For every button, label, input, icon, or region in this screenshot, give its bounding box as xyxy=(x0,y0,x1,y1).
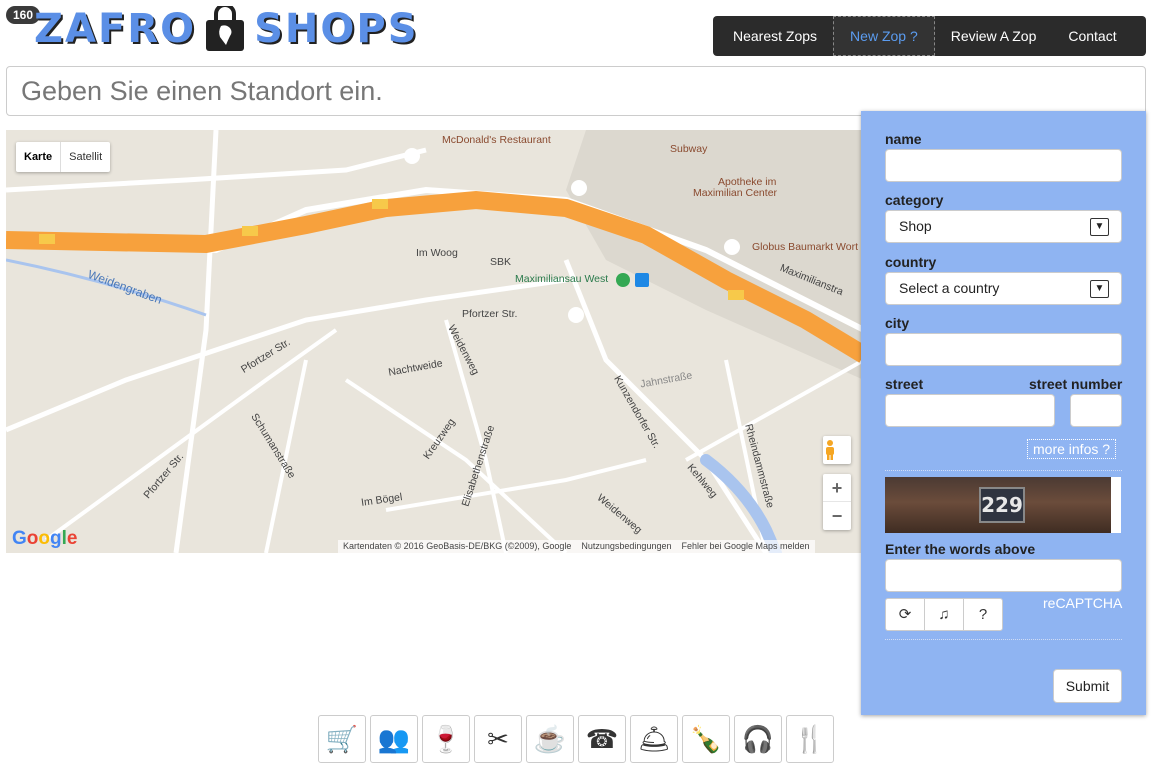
audio-icon[interactable]: ♫ xyxy=(925,599,964,630)
map-label-subway: Subway xyxy=(670,143,708,155)
map-label-pforzer-1: Pfortzer Str. xyxy=(462,308,518,320)
captcha-controls: ⟳ ♫ ? xyxy=(885,598,1003,631)
map-label-im-woog: Im Woog xyxy=(416,247,458,259)
map-type-karte[interactable]: Karte xyxy=(16,142,62,172)
waiter-icon[interactable]: 🛎 xyxy=(630,715,678,763)
pegman-icon[interactable] xyxy=(823,436,851,464)
main-nav: Nearest Zops New Zop ? Review A Zop Cont… xyxy=(713,16,1146,56)
location-search-input[interactable] xyxy=(6,66,1146,116)
street-label: street xyxy=(885,376,924,392)
shopping-cart-icon[interactable]: 🛒 xyxy=(318,715,366,763)
wine-glass-icon[interactable]: 🍷 xyxy=(422,715,470,763)
divider xyxy=(885,639,1122,640)
country-value: Select a country xyxy=(899,280,1000,296)
map-type-toggle: Karte Satellit xyxy=(16,142,111,172)
street-number-label: street number xyxy=(1029,376,1123,392)
zoom-out-button[interactable]: − xyxy=(823,502,851,530)
street-input[interactable] xyxy=(885,394,1055,427)
captcha-input[interactable] xyxy=(885,559,1122,592)
scissors-icon[interactable]: ✂ xyxy=(474,715,522,763)
submit-button[interactable]: Submit xyxy=(1053,669,1122,703)
help-icon[interactable]: ? xyxy=(964,599,1002,630)
chevron-down-icon: ▼ xyxy=(1090,280,1109,298)
new-zop-form: name category Shop ▼ country Select a co… xyxy=(861,111,1146,715)
country-select[interactable]: Select a country ▼ xyxy=(885,272,1122,305)
coffee-icon[interactable]: ☕ xyxy=(526,715,574,763)
captcha-text: 229 xyxy=(979,487,1025,523)
map-type-satellit[interactable]: Satellit xyxy=(61,142,110,172)
logo-text-left: ZAFRO xyxy=(34,6,197,52)
captcha-label: Enter the words above xyxy=(885,541,1036,557)
map-label-mcdonalds: McDonald's Restaurant xyxy=(442,134,551,146)
map-label-sbk: SBK xyxy=(490,256,512,268)
cutlery-icon[interactable]: 🍴 xyxy=(786,715,834,763)
name-label: name xyxy=(885,131,922,147)
category-label: category xyxy=(885,192,944,208)
street-number-input[interactable] xyxy=(1070,394,1122,427)
nav-nearest-zops[interactable]: Nearest Zops xyxy=(713,16,833,56)
map-attribution: Kartendaten © 2016 GeoBasis-DE/BKG (©200… xyxy=(343,541,572,551)
refresh-icon[interactable]: ⟳ xyxy=(886,599,925,630)
zoom-controls: + − xyxy=(823,474,851,530)
name-input[interactable] xyxy=(885,149,1122,182)
google-logo[interactable]: Google xyxy=(12,528,77,550)
nav-contact[interactable]: Contact xyxy=(1052,16,1132,56)
dj-icon[interactable]: 🎧 xyxy=(734,715,782,763)
map-footer: Kartendaten © 2016 GeoBasis-DE/BKG (©200… xyxy=(338,540,815,553)
chevron-down-icon: ▼ xyxy=(1090,218,1109,236)
category-icon-bar: 🛒 👥 🍷 ✂ ☕ ☎ 🛎 🍾 🎧 🍴 xyxy=(318,715,834,763)
map-label-maximiliansau: Maximiliansau West xyxy=(515,273,609,285)
shopping-bag-icon xyxy=(204,3,246,52)
nav-new-zop[interactable]: New Zop ? xyxy=(833,16,935,56)
map-terms-link[interactable]: Nutzungsbedingungen xyxy=(576,540,676,553)
nav-review-zop[interactable]: Review A Zop xyxy=(935,16,1053,56)
zoom-in-button[interactable]: + xyxy=(823,474,851,502)
category-select[interactable]: Shop ▼ xyxy=(885,210,1122,243)
map-report-link[interactable]: Fehler bei Google Maps melden xyxy=(676,540,814,553)
map-view[interactable]: McDonald's Restaurant Subway Apotheke im… xyxy=(6,130,864,553)
map-label-globus: Globus Baumarkt Wort xyxy=(752,241,859,253)
captcha-image: 229 xyxy=(885,477,1121,533)
telephone-icon[interactable]: ☎ xyxy=(578,715,626,763)
category-value: Shop xyxy=(899,218,932,234)
country-label: country xyxy=(885,254,937,270)
map-label-apotheke-2: Maximilian Center xyxy=(693,187,778,199)
divider xyxy=(885,470,1122,471)
more-infos-link[interactable]: more infos ? xyxy=(1027,439,1117,459)
city-input[interactable] xyxy=(885,333,1122,366)
bottles-icon[interactable]: 🍾 xyxy=(682,715,730,763)
recaptcha-label: reCAPTCHA xyxy=(1043,595,1123,611)
city-label: city xyxy=(885,315,910,331)
people-icon[interactable]: 👥 xyxy=(370,715,418,763)
logo-text-right: SHOPS xyxy=(254,6,419,52)
site-logo[interactable]: ZAFRO SHOPS xyxy=(34,3,419,54)
